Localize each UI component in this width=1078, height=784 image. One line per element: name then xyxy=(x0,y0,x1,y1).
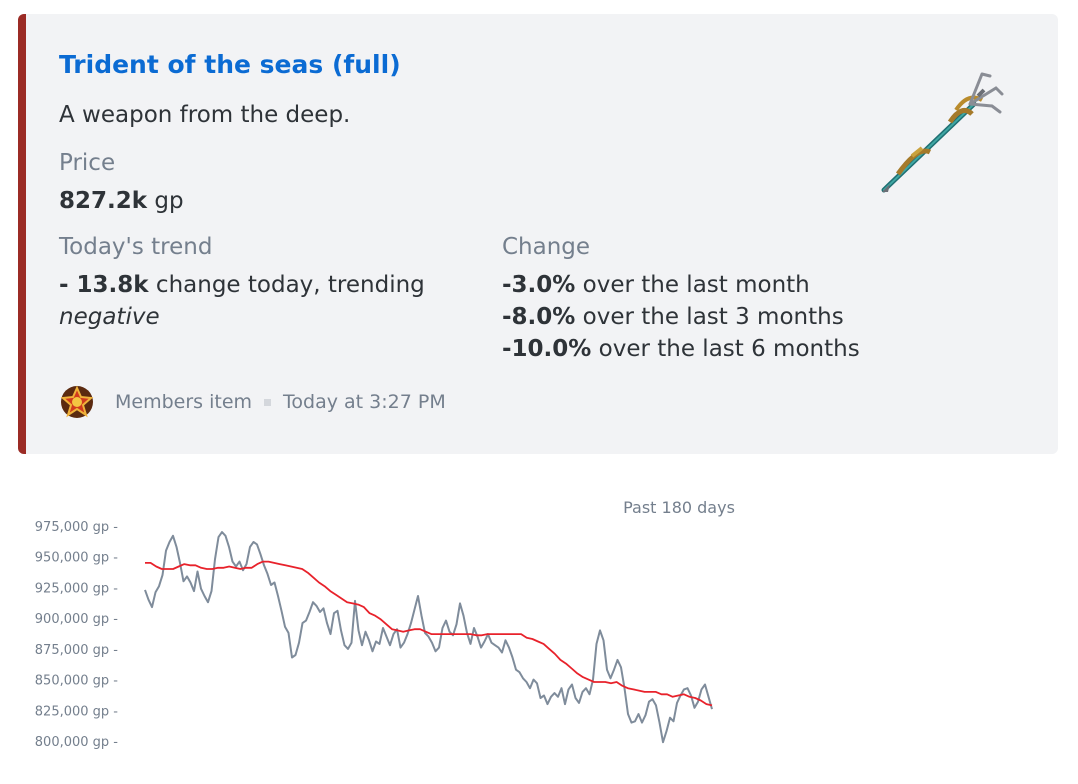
y-tick-label: 900,000 gp - xyxy=(35,612,119,627)
change-row-3-months: -8.0% over the last 3 months xyxy=(502,301,860,333)
change-3m-text: over the last 3 months xyxy=(575,304,844,330)
trend-value: - 13.8k change today, trending negative xyxy=(59,269,459,333)
trend-direction: negative xyxy=(59,304,160,330)
y-tick-label: 975,000 gp - xyxy=(35,520,119,535)
members-item-text: Members item xyxy=(115,391,253,413)
change-list: -3.0% over the last month -8.0% over the… xyxy=(502,269,860,365)
y-tick-label: 925,000 gp - xyxy=(35,581,119,596)
item-embed: Trident of the seas (full) A weapon from… xyxy=(18,14,1058,454)
chart-title: Past 180 days xyxy=(623,498,735,517)
change-row-month: -3.0% over the last month xyxy=(502,269,860,301)
y-tick-label: 850,000 gp - xyxy=(35,674,119,689)
item-title-link[interactable]: Trident of the seas (full) xyxy=(59,50,401,79)
price-history-chart: Past 180 days 975,000 gp - 950,000 gp - 925… xyxy=(35,498,735,750)
price-value: 827.2k gp xyxy=(59,185,184,217)
change-month-value: -3.0% xyxy=(502,272,576,298)
moving-average-line xyxy=(145,560,713,707)
change-6m-text: over the last 6 months xyxy=(591,336,860,362)
change-label: Change xyxy=(502,234,591,260)
footer-separator xyxy=(264,398,272,406)
y-tick-label: 875,000 gp - xyxy=(35,643,119,658)
change-3m-value: -8.0% xyxy=(502,304,576,330)
price-label: Price xyxy=(59,150,116,176)
y-tick-label: 800,000 gp - xyxy=(35,735,119,750)
trend-label: Today's trend xyxy=(59,234,213,260)
trident-icon xyxy=(881,72,1004,193)
footer-timestamp: Today at 3:27 PM xyxy=(283,391,446,413)
members-star-icon xyxy=(60,385,94,418)
y-tick-label: 825,000 gp - xyxy=(35,704,119,719)
item-description: A weapon from the deep. xyxy=(59,102,351,128)
price-amount: 827.2k xyxy=(59,188,148,214)
change-month-text: over the last month xyxy=(575,272,810,298)
change-6m-value: -10.0% xyxy=(502,336,592,362)
trend-amount: - 13.8k xyxy=(59,272,149,298)
price-series-line xyxy=(144,531,713,744)
embed-footer: Members item Today at 3:27 PM xyxy=(59,384,446,420)
embed-accent-bar xyxy=(18,14,26,454)
y-tick-label: 950,000 gp - xyxy=(35,551,119,566)
price-unit: gp xyxy=(147,188,184,214)
trend-text: change today, trending xyxy=(148,272,425,298)
change-row-6-months: -10.0% over the last 6 months xyxy=(502,333,860,365)
